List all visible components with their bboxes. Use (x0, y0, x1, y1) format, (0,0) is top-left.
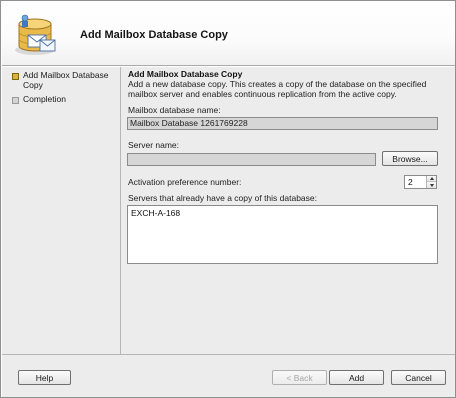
server-name-field[interactable] (127, 153, 376, 166)
db-name-field: Mailbox Database 1261769228 (127, 117, 438, 130)
servers-with-copy-list[interactable]: EXCH-A-168 (127, 205, 438, 264)
cancel-button[interactable]: Cancel (391, 370, 446, 385)
wizard-window: Add Mailbox Database Copy Add Mailbox Da… (0, 0, 456, 398)
wizard-page: Add Mailbox Database Copy Add a new data… (120, 67, 455, 354)
wizard-header: Add Mailbox Database Copy (2, 2, 455, 66)
activation-preference-stepper[interactable]: 2 (404, 175, 437, 189)
stepper-buttons (426, 176, 436, 188)
activation-preference-value[interactable]: 2 (408, 177, 413, 187)
page-heading: Add Mailbox Database Copy (128, 69, 243, 79)
list-item[interactable]: EXCH-A-168 (131, 208, 180, 218)
nav-step-add-copy[interactable]: Add Mailbox Database Copy (12, 70, 118, 90)
step-active-marker-icon (12, 73, 19, 80)
stepper-down-button[interactable] (427, 182, 436, 188)
nav-step-label: Completion (23, 94, 66, 104)
help-button[interactable]: Help (18, 370, 71, 385)
wizard-steps-nav: Add Mailbox Database Copy Completion (2, 67, 120, 354)
nav-step-completion[interactable]: Completion (12, 94, 118, 105)
back-button[interactable]: < Back (272, 370, 327, 385)
wizard-title: Add Mailbox Database Copy (80, 29, 228, 41)
triangle-up-icon (429, 177, 434, 180)
server-name-label: Server name: (128, 140, 180, 150)
browse-button[interactable]: Browse... (382, 151, 438, 166)
add-button[interactable]: Add (329, 370, 384, 385)
wizard-footer: Help < Back Add Cancel (2, 354, 455, 397)
servers-with-copy-label: Servers that already have a copy of this… (128, 193, 318, 203)
activation-preference-label: Activation preference number: (128, 177, 242, 187)
mailbox-database-icon (15, 14, 56, 55)
page-description: Add a new database copy. This creates a … (128, 79, 427, 99)
step-pending-marker-icon (12, 97, 19, 104)
db-name-label: Mailbox database name: (128, 105, 221, 115)
triangle-down-icon (429, 183, 434, 187)
nav-step-label: Add Mailbox Database Copy (23, 70, 109, 90)
